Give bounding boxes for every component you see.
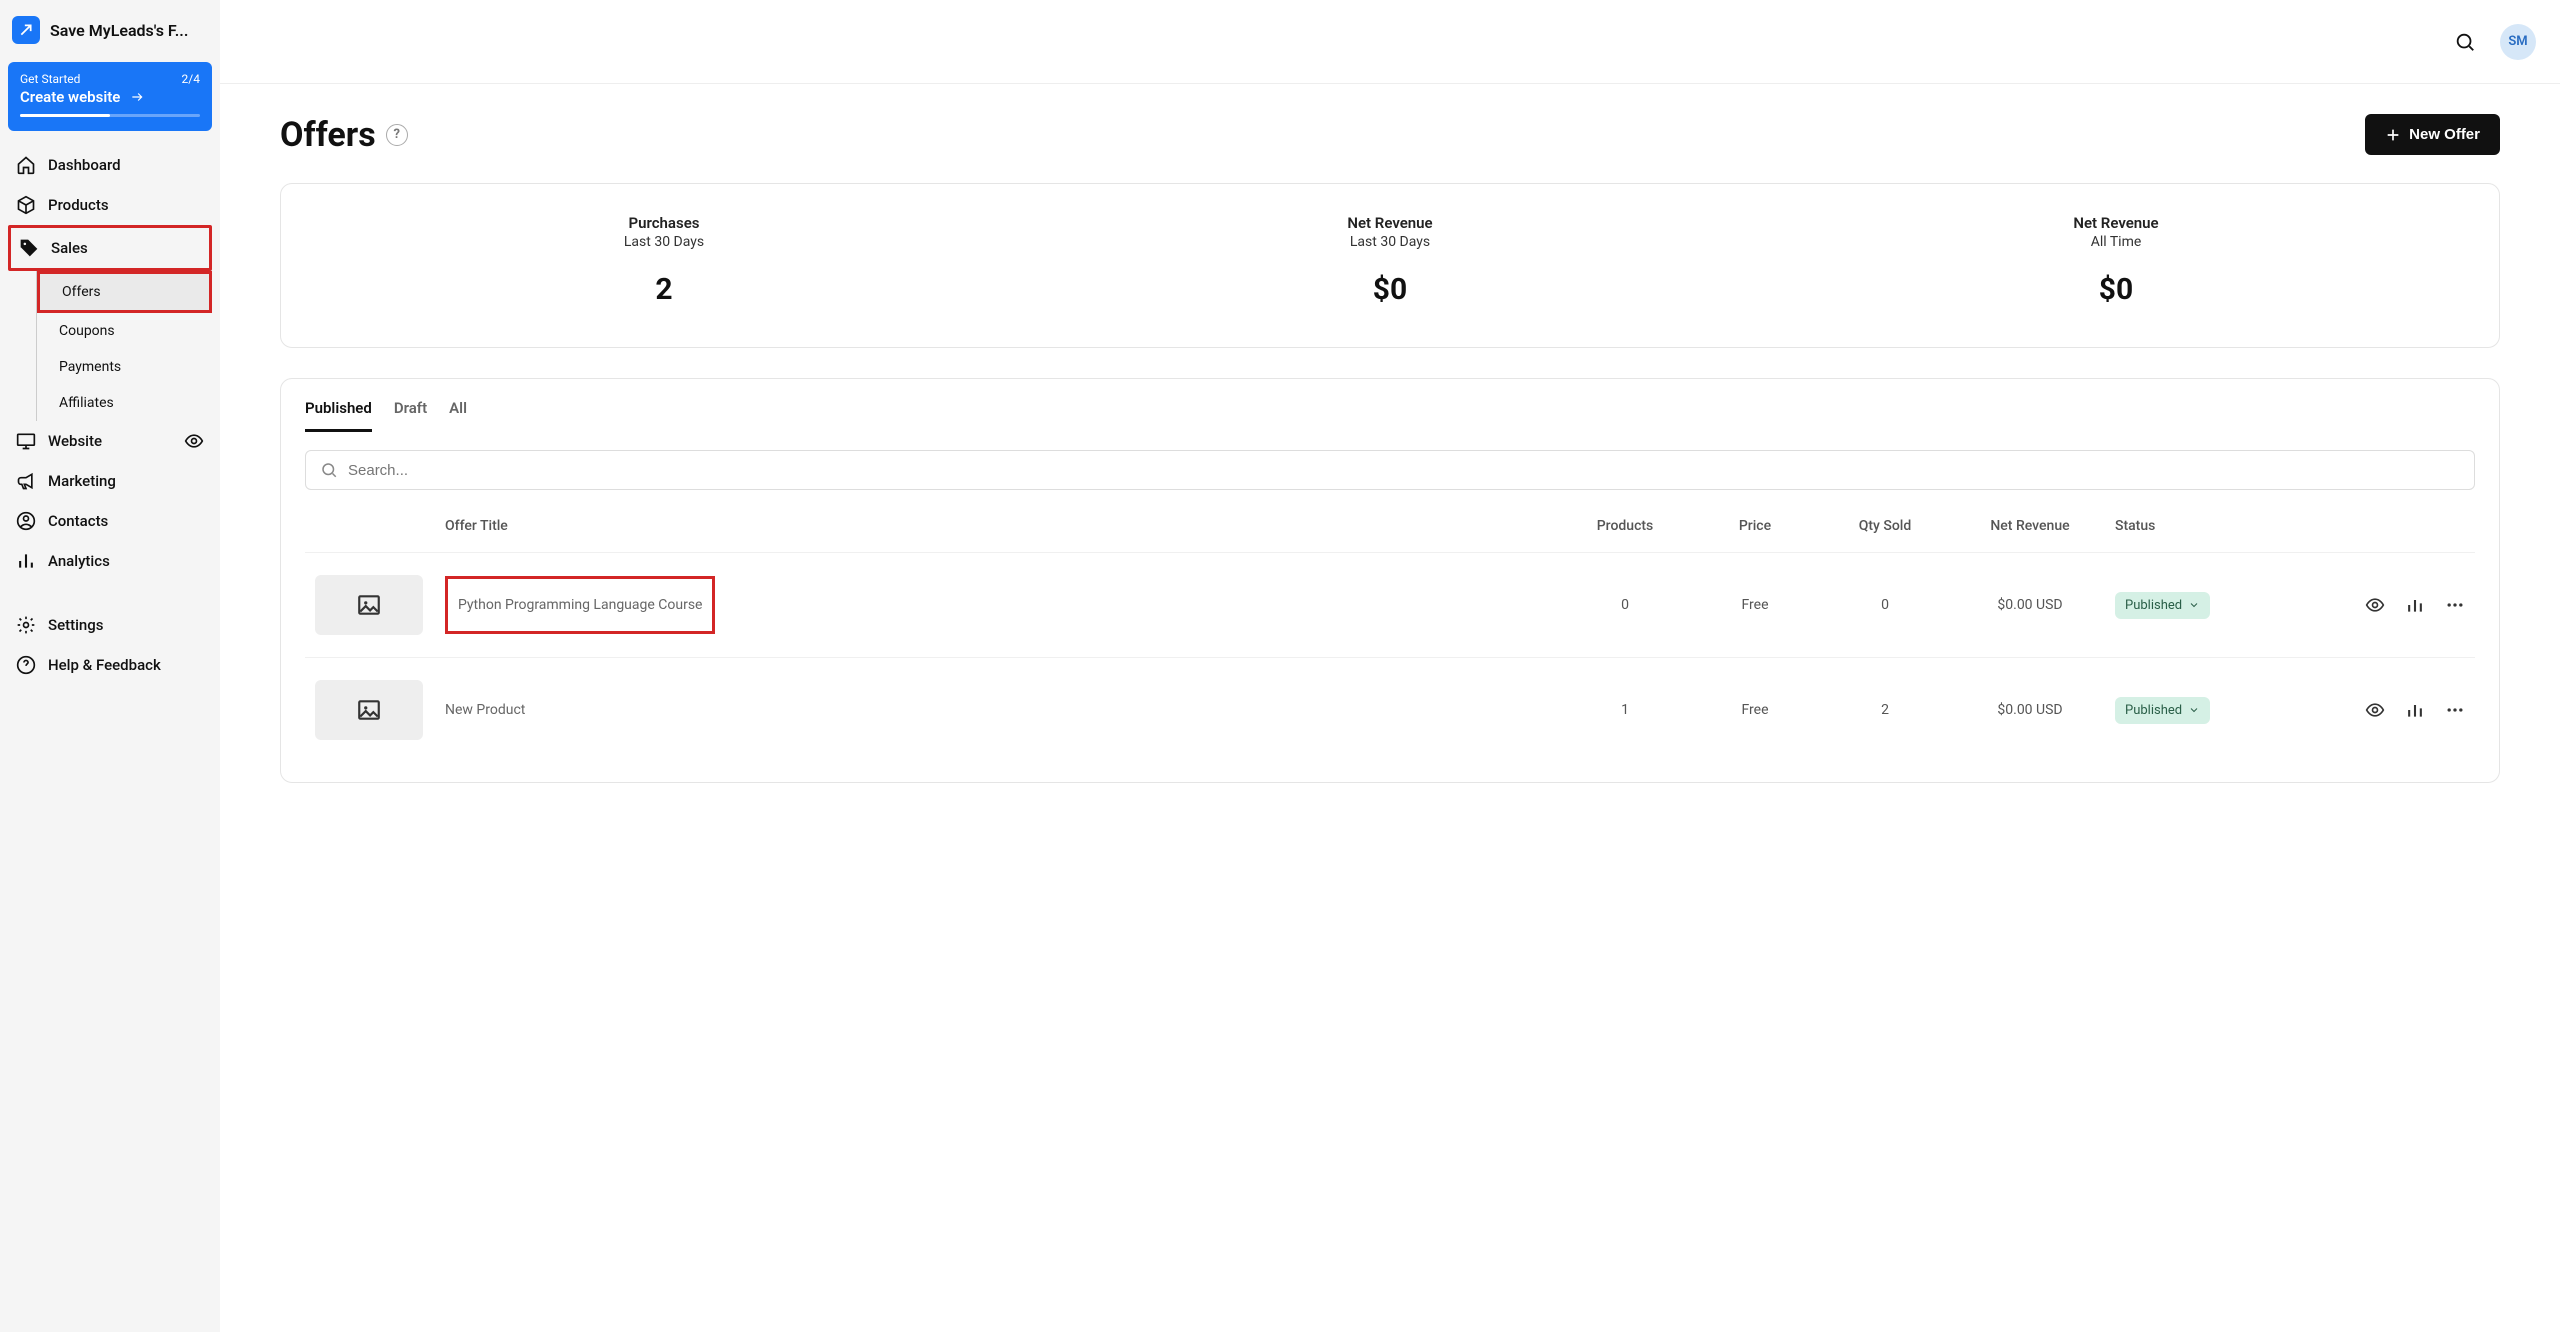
search-input[interactable] — [348, 462, 2460, 479]
more-icon[interactable] — [2445, 700, 2465, 720]
nav-website[interactable]: Website — [8, 421, 212, 461]
nav-label: Settings — [48, 616, 104, 634]
bar-chart-icon — [16, 551, 36, 571]
image-icon — [354, 592, 384, 618]
get-started-card[interactable]: Get Started 2/4 Create website — [8, 62, 212, 131]
col-qty[interactable]: Qty Sold — [1825, 518, 1945, 534]
gear-icon — [16, 615, 36, 635]
nav-settings[interactable]: Settings — [8, 605, 212, 645]
app-logo-icon — [12, 16, 40, 44]
get-started-label: Get Started — [20, 72, 80, 86]
sales-subnav: Offers Coupons Payments Affiliates — [36, 271, 212, 421]
status-badge[interactable]: Published — [2115, 592, 2210, 619]
nav-label: Contacts — [48, 512, 108, 530]
tab-all[interactable]: All — [449, 399, 467, 432]
offer-qty: 0 — [1825, 597, 1945, 613]
sidebar: Save MyLeads's F... Get Started 2/4 Crea… — [0, 0, 220, 1332]
tab-published[interactable]: Published — [305, 399, 372, 432]
workspace-name: Save MyLeads's F... — [50, 21, 188, 40]
offer-title[interactable]: Python Programming Language Course — [445, 576, 715, 634]
workspace-switcher[interactable]: Save MyLeads's F... — [8, 8, 212, 62]
new-offer-button[interactable]: New Offer — [2365, 114, 2500, 155]
image-icon — [354, 697, 384, 723]
offer-revenue: $0.00 USD — [1955, 597, 2105, 613]
monitor-icon — [16, 431, 36, 451]
search-icon[interactable] — [2454, 31, 2476, 53]
stats-icon[interactable] — [2405, 595, 2425, 615]
nav-label: Marketing — [48, 472, 116, 490]
nav-products[interactable]: Products — [8, 185, 212, 225]
nav-label: Help & Feedback — [48, 656, 161, 674]
chevron-down-icon — [2188, 704, 2200, 716]
megaphone-icon — [16, 471, 36, 491]
nav-label: Products — [48, 196, 109, 214]
col-revenue[interactable]: Net Revenue — [1955, 518, 2105, 534]
col-price[interactable]: Price — [1695, 518, 1815, 534]
table-header: Offer Title Products Price Qty Sold Net … — [305, 500, 2475, 552]
nav-help[interactable]: Help & Feedback — [8, 645, 212, 685]
offer-price: Free — [1695, 597, 1815, 613]
nav-label: Dashboard — [48, 156, 121, 174]
nav-analytics[interactable]: Analytics — [8, 541, 212, 581]
arrow-right-icon — [128, 90, 146, 104]
preview-icon[interactable] — [2365, 595, 2385, 615]
offer-title[interactable]: New Product — [445, 702, 525, 718]
col-status[interactable]: Status — [2115, 518, 2275, 534]
col-title[interactable]: Offer Title — [445, 518, 1555, 534]
offer-thumbnail — [315, 575, 423, 635]
preview-icon[interactable] — [2365, 700, 2385, 720]
subnav-affiliates[interactable]: Affiliates — [45, 385, 212, 421]
search-icon — [320, 461, 338, 479]
home-icon — [16, 155, 36, 175]
status-badge[interactable]: Published — [2115, 697, 2210, 724]
main: SM Offers ? New Offer Purchases Last 30 … — [220, 0, 2560, 1332]
get-started-progress: 2/4 — [182, 72, 200, 86]
table-row[interactable]: Python Programming Language Course 0 Fre… — [305, 552, 2475, 657]
chevron-down-icon — [2188, 599, 2200, 611]
page-title: Offers ? — [280, 115, 408, 155]
help-circle-icon — [16, 655, 36, 675]
offer-price: Free — [1695, 702, 1815, 718]
stats-icon[interactable] — [2405, 700, 2425, 720]
offer-products: 0 — [1565, 597, 1685, 613]
search-box[interactable] — [305, 450, 2475, 490]
user-circle-icon — [16, 511, 36, 531]
stat-revenue-30d: Net Revenue Last 30 Days $0 — [1027, 214, 1753, 307]
avatar[interactable]: SM — [2500, 24, 2536, 60]
topbar: SM — [220, 0, 2560, 84]
offer-products: 1 — [1565, 702, 1685, 718]
nav-dashboard[interactable]: Dashboard — [8, 145, 212, 185]
table-row[interactable]: New Product 1 Free 2 $0.00 USD Published — [305, 657, 2475, 762]
get-started-progress-bar — [20, 114, 200, 117]
eye-icon[interactable] — [184, 431, 204, 451]
tabs: Published Draft All — [305, 399, 2475, 432]
stat-purchases: Purchases Last 30 Days 2 — [301, 214, 1027, 307]
nav-label: Analytics — [48, 552, 110, 570]
nav-marketing[interactable]: Marketing — [8, 461, 212, 501]
subnav-payments[interactable]: Payments — [45, 349, 212, 385]
nav-sales[interactable]: Sales — [8, 225, 212, 271]
offer-revenue: $0.00 USD — [1955, 702, 2105, 718]
get-started-cta: Create website — [20, 88, 120, 106]
stat-revenue-all: Net Revenue All Time $0 — [1753, 214, 2479, 307]
stats-card: Purchases Last 30 Days 2 Net Revenue Las… — [280, 183, 2500, 348]
offers-table-card: Published Draft All Offer Title Products… — [280, 378, 2500, 783]
tag-icon — [19, 238, 39, 258]
plus-icon — [2385, 127, 2401, 143]
subnav-offers[interactable]: Offers — [37, 271, 212, 313]
subnav-coupons[interactable]: Coupons — [45, 313, 212, 349]
nav-label: Website — [48, 432, 102, 450]
nav-contacts[interactable]: Contacts — [8, 501, 212, 541]
help-icon[interactable]: ? — [386, 124, 408, 146]
tab-draft[interactable]: Draft — [394, 399, 427, 432]
more-icon[interactable] — [2445, 595, 2465, 615]
offer-thumbnail — [315, 680, 423, 740]
cube-icon — [16, 195, 36, 215]
offer-qty: 2 — [1825, 702, 1945, 718]
nav-label: Sales — [51, 239, 88, 257]
col-products[interactable]: Products — [1565, 518, 1685, 534]
